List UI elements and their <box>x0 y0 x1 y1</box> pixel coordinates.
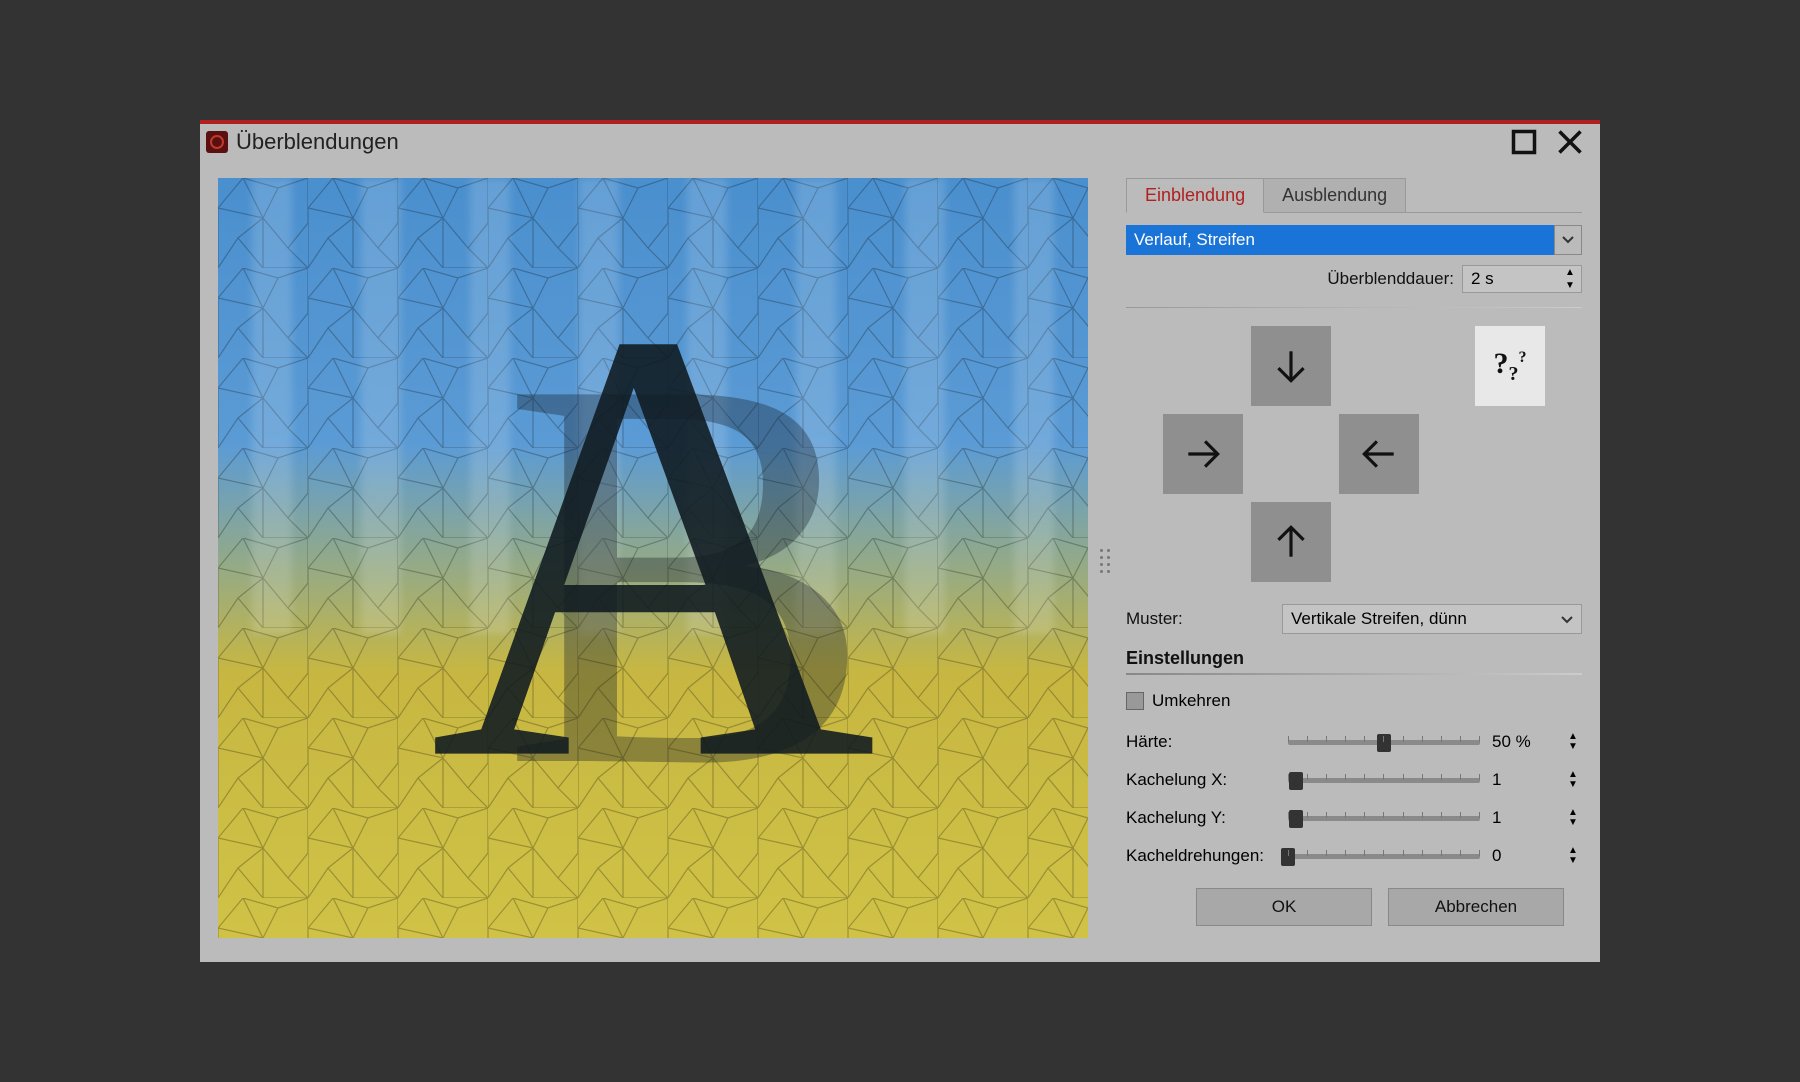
tiley-label: Kachelung Y: <box>1126 808 1276 828</box>
tilerot-label: Kacheldrehungen: <box>1126 846 1276 866</box>
window-title: Überblendungen <box>236 129 1510 155</box>
divider <box>1126 673 1582 675</box>
spinner-buttons: ▲▼ <box>1564 846 1582 866</box>
tabs: Einblendung Ausblendung <box>1126 178 1582 213</box>
content-area: B A Einblendung Ausblendung Verlauf, Str… <box>200 160 1600 962</box>
spinner-buttons: ▲▼ <box>1564 808 1582 828</box>
chevron-down-icon[interactable] <box>1554 225 1582 255</box>
direction-random-button[interactable]: ??? <box>1475 326 1545 406</box>
spinner-buttons: ▲ ▼ <box>1559 266 1581 292</box>
chevron-down-icon <box>1561 609 1573 629</box>
checkbox-box-icon <box>1126 692 1144 710</box>
arrow-up-icon <box>1270 521 1312 563</box>
transition-type-value: Verlauf, Streifen <box>1126 230 1554 250</box>
pattern-value: Vertikale Streifen, dünn <box>1291 609 1467 629</box>
app-icon <box>206 131 228 153</box>
tiley-slider[interactable] <box>1288 803 1480 833</box>
direction-grid: ??? <box>1126 326 1582 582</box>
splitter-handle[interactable] <box>1100 537 1114 585</box>
pattern-label: Muster: <box>1126 609 1274 629</box>
tilerot-value: 0 <box>1492 846 1552 866</box>
direction-right-button[interactable] <box>1163 414 1243 494</box>
settings-title: Einstellungen <box>1126 648 1582 669</box>
spinner-buttons: ▲▼ <box>1564 770 1582 790</box>
tilerot-row: Kacheldrehungen: 0 ▲▼ <box>1126 837 1582 875</box>
arrow-right-icon <box>1182 433 1224 475</box>
hardness-row: Härte: 50 % ▲▼ <box>1126 723 1582 761</box>
invert-label: Umkehren <box>1152 691 1230 711</box>
tab-fade-out[interactable]: Ausblendung <box>1263 178 1406 213</box>
spinner-down-icon[interactable]: ▼ <box>1564 742 1582 752</box>
hardness-label: Härte: <box>1126 732 1276 752</box>
tab-body: Verlauf, Streifen Überblenddauer: 2 s ▲ … <box>1126 212 1582 876</box>
duration-row: Überblenddauer: 2 s ▲ ▼ <box>1126 265 1582 293</box>
duration-spinner[interactable]: 2 s ▲ ▼ <box>1462 265 1582 293</box>
close-button[interactable] <box>1556 128 1584 156</box>
question-mark-icon: ??? <box>1494 347 1527 386</box>
tiley-value: 1 <box>1492 808 1552 828</box>
titlebar: Überblendungen <box>200 124 1600 160</box>
maximize-button[interactable] <box>1510 128 1538 156</box>
dialog-window: Überblendungen B <box>200 120 1600 962</box>
pattern-select[interactable]: Vertikale Streifen, dünn <box>1282 604 1582 634</box>
hardness-value: 50 % <box>1492 732 1552 752</box>
divider <box>1126 307 1582 308</box>
transition-type-select[interactable]: Verlauf, Streifen <box>1126 225 1582 255</box>
direction-left-button[interactable] <box>1339 414 1419 494</box>
spinner-down-icon[interactable]: ▼ <box>1559 279 1581 292</box>
settings-panel: Einblendung Ausblendung Verlauf, Streife… <box>1126 178 1582 944</box>
tilex-label: Kachelung X: <box>1126 770 1276 790</box>
tab-fade-in[interactable]: Einblendung <box>1126 178 1264 213</box>
dialog-footer: OK Abbrechen <box>1126 876 1582 944</box>
duration-label: Überblenddauer: <box>1327 269 1454 289</box>
hardness-slider[interactable] <box>1288 727 1480 757</box>
ok-button[interactable]: OK <box>1196 888 1372 926</box>
tilex-value: 1 <box>1492 770 1552 790</box>
cancel-button[interactable]: Abbrechen <box>1388 888 1564 926</box>
invert-checkbox[interactable]: Umkehren <box>1126 691 1582 711</box>
arrow-left-icon <box>1358 433 1400 475</box>
direction-down-button[interactable] <box>1251 326 1331 406</box>
tiley-row: Kachelung Y: 1 ▲▼ <box>1126 799 1582 837</box>
transition-preview: B A <box>218 178 1088 938</box>
tilex-slider[interactable] <box>1288 765 1480 795</box>
tilex-row: Kachelung X: 1 ▲▼ <box>1126 761 1582 799</box>
spinner-up-icon[interactable]: ▲ <box>1559 266 1581 279</box>
window-controls <box>1510 128 1594 156</box>
pattern-row: Muster: Vertikale Streifen, dünn <box>1126 604 1582 634</box>
preview-letter-a: A <box>429 236 877 856</box>
tilerot-slider[interactable] <box>1288 841 1480 871</box>
direction-up-button[interactable] <box>1251 502 1331 582</box>
spinner-down-icon[interactable]: ▼ <box>1564 818 1582 828</box>
spinner-buttons: ▲▼ <box>1564 732 1582 752</box>
duration-value: 2 s <box>1463 269 1559 289</box>
spinner-down-icon[interactable]: ▼ <box>1564 856 1582 866</box>
spinner-down-icon[interactable]: ▼ <box>1564 780 1582 790</box>
arrow-down-icon <box>1270 345 1312 387</box>
